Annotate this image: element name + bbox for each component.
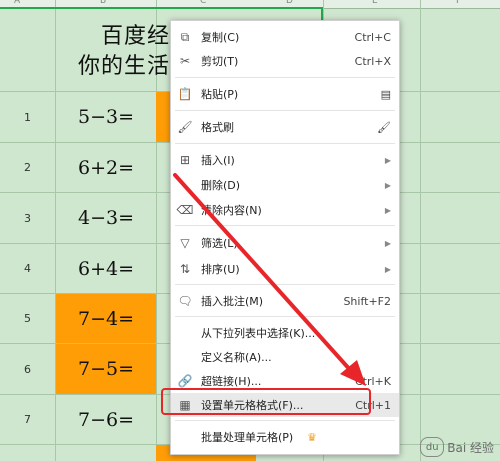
baidu-paw-logo: du	[420, 437, 445, 457]
baidu-watermark: du Bai 经验	[420, 437, 494, 457]
annotation-arrow	[173, 173, 366, 386]
watermark-text: Bai 经验	[447, 440, 494, 455]
